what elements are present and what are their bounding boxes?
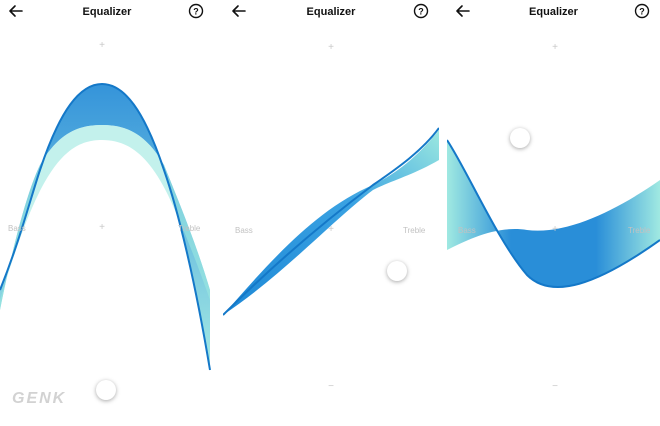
eq-handle[interactable] <box>387 261 407 281</box>
center-marker: + <box>99 222 105 233</box>
equalizer-screen-3: Equalizer ? + + − Bass Treble <box>447 0 660 426</box>
eq-curve[interactable] <box>0 0 214 426</box>
eq-curve[interactable] <box>223 0 439 426</box>
equalizer-screen-2: Equalizer ? + + − Bass Treble <box>223 0 439 426</box>
gain-plus-label: + <box>99 40 105 51</box>
watermark-logo: GENK <box>12 390 67 407</box>
treble-label: Treble <box>178 224 201 233</box>
bass-label: Bass <box>235 226 253 235</box>
gain-minus-label: − <box>328 381 334 392</box>
center-marker: + <box>552 224 558 235</box>
treble-label: Treble <box>403 226 426 235</box>
eq-curve[interactable] <box>447 0 660 426</box>
bass-label: Bass <box>458 226 476 235</box>
treble-label: Treble <box>628 226 651 235</box>
gain-minus-label: − <box>552 381 558 392</box>
eq-handle[interactable] <box>510 128 530 148</box>
center-marker: + <box>328 224 334 235</box>
bass-label: Bass <box>8 224 26 233</box>
gain-plus-label: + <box>328 42 334 53</box>
eq-handle[interactable] <box>96 380 116 400</box>
equalizer-screen-1: Equalizer ? + + Bass Treble GENK <box>0 0 214 426</box>
gain-plus-label: + <box>552 42 558 53</box>
